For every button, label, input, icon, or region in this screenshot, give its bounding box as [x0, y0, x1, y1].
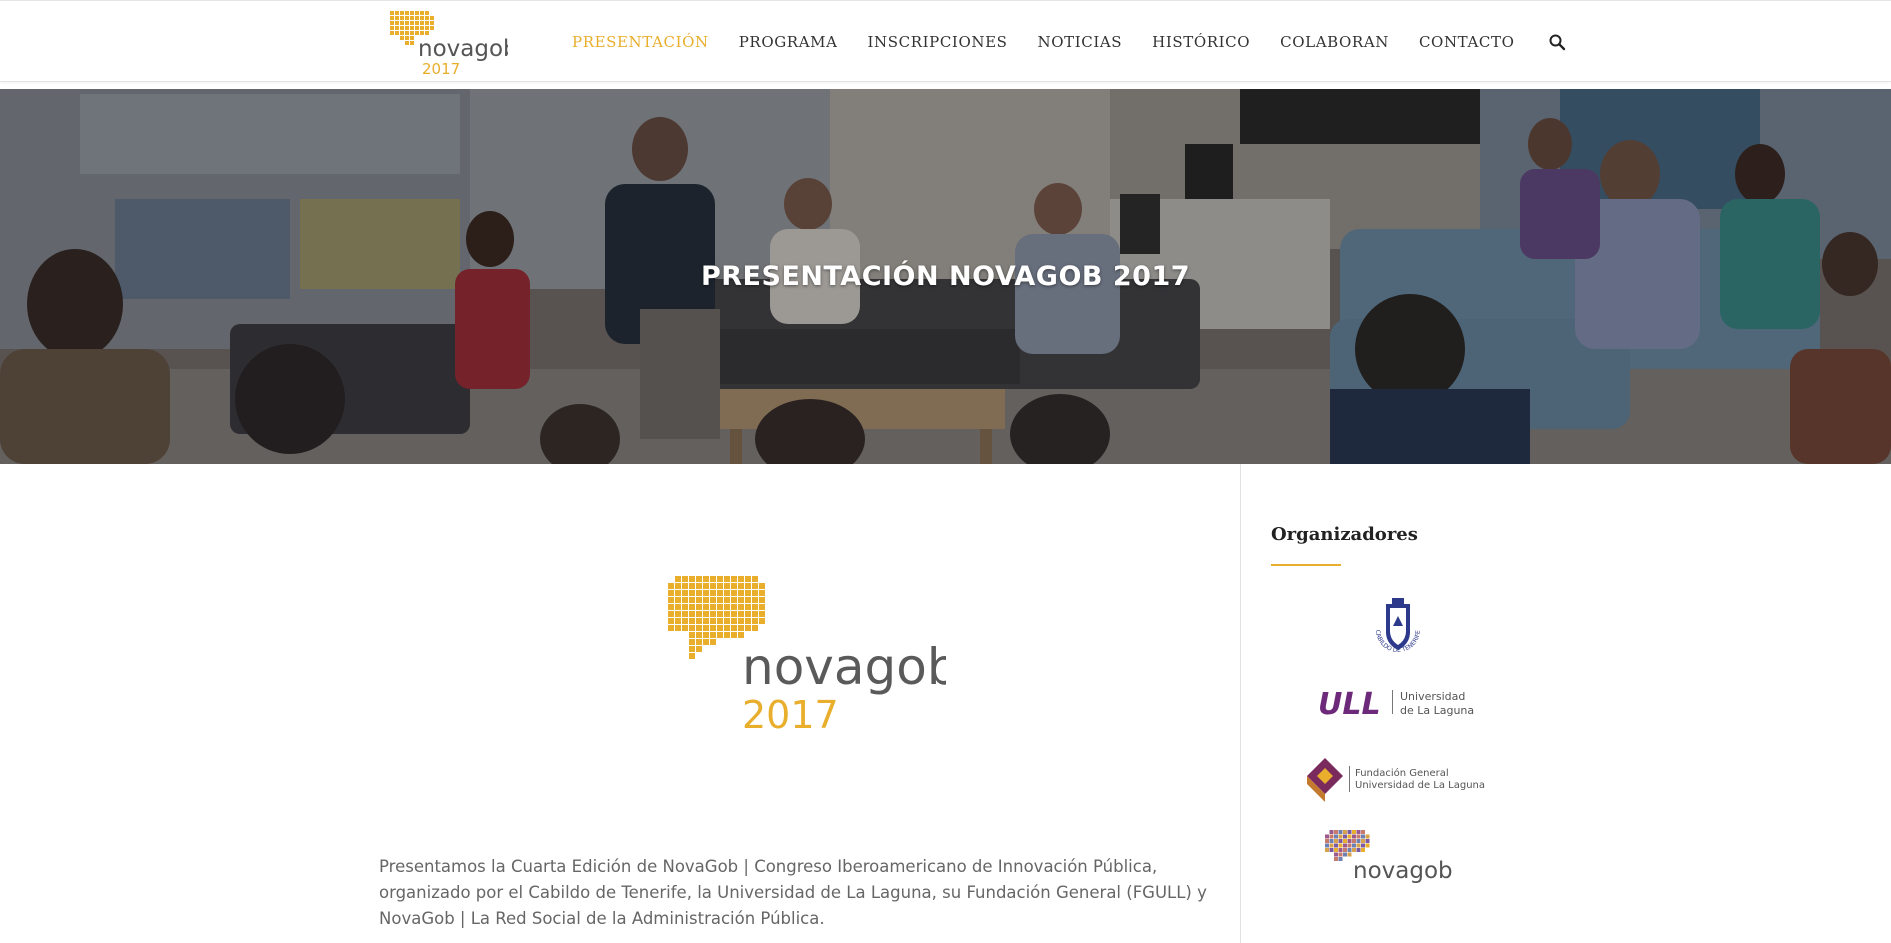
main-logo-word: novagob [742, 638, 946, 696]
ull-mark: ULL [1318, 687, 1381, 722]
nav-contacto[interactable]: CONTACTO [1419, 33, 1515, 51]
main-content: novagob 2017 Presentamos la Cuarta Edici… [379, 464, 1239, 943]
ull-line2: de La Laguna [1400, 704, 1474, 717]
logo-year: 2017 [422, 60, 460, 77]
sidebar-title-underline [1271, 564, 1341, 566]
hero-banner: PRESENTACIÓN NOVAGOB 2017 [0, 89, 1891, 464]
fgull-logo[interactable]: Fundación General Universidad de La Lagu… [1307, 756, 1487, 806]
fgull-line1: Fundación General [1355, 767, 1449, 779]
sidebar-title: Organizadores [1271, 524, 1418, 545]
novagob-organizer-logo[interactable]: novagob [1323, 828, 1463, 888]
nav-colaboran[interactable]: COLABORAN [1280, 33, 1389, 51]
logo-word: novagob [418, 36, 508, 62]
fgull-line2: Universidad de La Laguna [1355, 780, 1485, 791]
site-header: novagob 2017 PRESENTACIÓN PROGRAMA INSCR… [0, 0, 1891, 82]
novagob-2017-logo: novagob 2017 [668, 576, 946, 732]
sidebar: Organizadores CABILDO DE TENERIFE ULL Un… [1271, 464, 1511, 943]
hero-title: PRESENTACIÓN NOVAGOB 2017 [700, 261, 1191, 292]
main-logo-year: 2017 [742, 693, 839, 732]
novagob-organizer-word: novagob [1353, 858, 1453, 884]
nav-noticias[interactable]: NOTICIAS [1038, 33, 1123, 51]
main-nav: PRESENTACIÓN PROGRAMA INSCRIPCIONES NOTI… [572, 1, 1566, 83]
nav-programa[interactable]: PROGRAMA [739, 33, 838, 51]
nav-historico[interactable]: HISTÓRICO [1152, 33, 1250, 51]
search-icon[interactable] [1548, 33, 1566, 51]
sidebar-divider [1240, 464, 1241, 943]
ull-logo[interactable]: ULL Universidad de La Laguna [1316, 682, 1486, 722]
novagob-logo[interactable]: novagob 2017 [388, 9, 508, 77]
nav-presentacion[interactable]: PRESENTACIÓN [572, 33, 709, 51]
cabildo-tenerife-logo[interactable]: CABILDO DE TENERIFE [1366, 596, 1430, 660]
intro-paragraph: Presentamos la Cuarta Edición de NovaGob… [379, 857, 1207, 928]
nav-inscripciones[interactable]: INSCRIPCIONES [868, 33, 1008, 51]
ull-line1: Universidad [1400, 690, 1465, 703]
